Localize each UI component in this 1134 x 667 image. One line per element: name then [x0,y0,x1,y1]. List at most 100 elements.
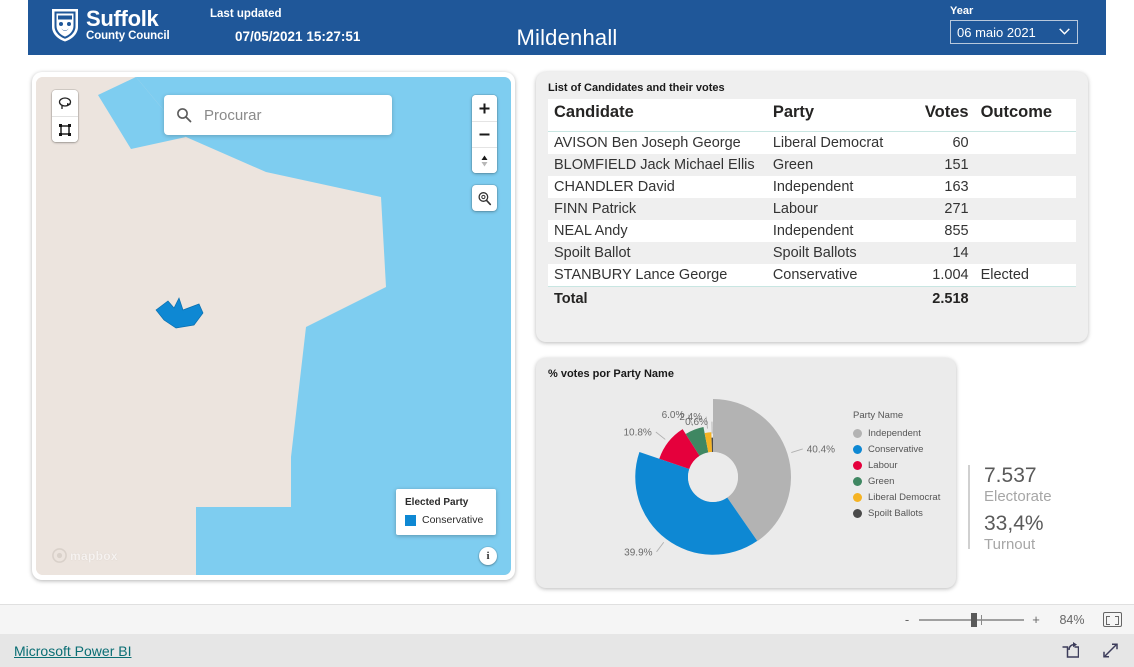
candidates-table-title: List of Candidates and their votes [548,82,725,94]
map-select-tools[interactable] [52,90,78,142]
cell-candidate: Spoilt Ballot [548,242,767,264]
zoom-slider[interactable]: - + [902,612,1041,627]
table-row[interactable]: NEAL Andy Independent 855 [548,220,1076,242]
plus-icon [479,103,490,113]
map-legend: Elected Party Conservative [396,489,496,535]
donut-data-label: 0.6% [685,417,708,428]
zoom-slider-track[interactable] [919,612,1024,627]
turnout-value: 33,4% [984,511,1044,535]
donut-leader-line [656,541,665,553]
powerbi-report: Suffolk County Council Last updated 07/0… [0,0,1134,667]
mapbox-attribution[interactable]: mapbox [52,548,118,563]
map-reset-zoom-button[interactable] [472,185,497,211]
total-outcome-blank [974,286,1076,311]
cell-party: Independent [766,220,903,242]
legend-item-labour[interactable]: Labour [853,460,940,471]
votes-by-party-visual: % votes por Party Name 40.4% 39.9% 10.8% 6.… [536,358,956,588]
candidates-table[interactable]: Candidate Party Votes Outcome AVISON Ben… [548,99,1076,311]
map-pitch-button[interactable] [472,147,497,173]
legend-item-green[interactable]: Green [853,476,940,487]
page-title: Mildenhall [516,25,618,50]
cell-votes: 163 [902,176,975,198]
map-search-box[interactable] [164,95,392,135]
electorate-label: Electorate [984,488,1052,506]
cell-candidate: FINN Patrick [548,198,767,220]
cell-outcome [974,198,1076,220]
cell-votes: 14 [902,242,975,264]
year-filter: Year 06 maio 2021 [950,5,1078,44]
donut-leader-line [791,448,803,453]
map-zoom-in-button[interactable] [472,95,497,121]
report-canvas-content: Elected Party Conservative mapbox i [28,55,1106,604]
powerbi-link[interactable]: Microsoft Power BI [14,643,131,659]
zoom-out-button[interactable]: - [902,612,912,627]
fullscreen-icon[interactable] [1101,641,1120,660]
map-visual[interactable]: Elected Party Conservative mapbox i [32,72,515,580]
map-canvas[interactable]: Elected Party Conservative mapbox i [36,77,511,575]
candidates-table-visual: List of Candidates and their votes Candi… [536,72,1088,342]
legend-item-liberal-democrat[interactable]: Liberal Democrat [853,492,940,503]
cell-candidate: AVISON Ben Joseph George [548,131,767,154]
cell-party: Spoilt Ballots [766,242,903,264]
legend-dot-independent [853,429,862,438]
cell-votes: 855 [902,220,975,242]
mapbox-icon [52,548,67,563]
table-row[interactable]: Spoilt Ballot Spoilt Ballots 14 [548,242,1076,264]
zoom-slider-tick [981,614,982,625]
legend-item-spoilt-ballots[interactable]: Spoilt Ballots [853,508,940,519]
cell-votes: 271 [902,198,975,220]
table-row[interactable]: AVISON Ben Joseph George Liberal Democra… [548,131,1076,154]
map-zoom-out-button[interactable] [472,121,497,147]
legend-dot-labour [853,461,862,470]
map-legend-title: Elected Party [405,497,469,508]
legend-label-labour: Labour [868,460,898,471]
table-row[interactable]: CHANDLER David Independent 163 [548,176,1076,198]
last-updated-label: Last updated [210,8,282,20]
donut-chart-area[interactable]: 40.4% 39.9% 10.8% 6.0% 2.4% 0.6% Party Name I… [548,385,944,575]
donut-data-label: 39.9% [624,547,652,558]
year-filter-label: Year [950,5,974,17]
total-party-blank [766,286,903,311]
legend-label-spoilt-ballots: Spoilt Ballots [868,508,923,519]
box-select-icon[interactable] [52,116,78,142]
search-icon [177,108,192,123]
compass-pitch-icon [481,155,488,166]
fit-to-page-icon[interactable] [1103,612,1122,627]
table-row[interactable]: BLOMFIELD Jack Michael Ellis Green 151 [548,154,1076,176]
year-dropdown[interactable]: 06 maio 2021 [950,20,1078,44]
table-row[interactable]: STANBURY Lance George Conservative 1.004… [548,264,1076,287]
map-search-input[interactable] [202,105,382,125]
map-legend-item: Conservative [405,514,487,526]
column-header-party[interactable]: Party [766,99,903,132]
zoom-percent-label: 84% [1059,612,1085,627]
legend-item-independent[interactable]: Independent [853,428,940,439]
table-row[interactable]: FINN Patrick Labour 271 [548,198,1076,220]
donut-leader-line [655,431,666,440]
column-header-votes[interactable]: Votes [902,99,975,132]
map-info-icon[interactable]: i [479,547,497,565]
map-zoom-controls[interactable] [472,95,497,173]
donut-data-label: 10.8% [623,427,651,438]
cell-party: Green [766,154,903,176]
column-header-outcome[interactable]: Outcome [974,99,1076,132]
donut-data-label: 40.4% [807,444,835,455]
zoom-in-button[interactable]: + [1031,612,1041,627]
share-icon[interactable] [1060,641,1079,660]
donut-hole [688,452,738,502]
cell-votes: 151 [902,154,975,176]
zoom-slider-thumb[interactable] [971,612,977,627]
legend-label-conservative: Conservative [868,444,924,455]
cell-outcome [974,220,1076,242]
total-label: Total [548,286,767,311]
cell-votes: 1.004 [902,264,975,287]
map-legend-item-label: Conservative [422,514,484,526]
cell-outcome: Elected [974,264,1076,287]
chart-legend-title: Party Name [853,410,904,421]
cell-party: Liberal Democrat [766,131,903,154]
legend-dot-conservative [853,445,862,454]
chart-legend[interactable]: Party Name Independent Conservative Labo… [853,410,940,524]
lasso-select-icon[interactable] [52,90,78,116]
column-header-candidate[interactable]: Candidate [548,99,767,132]
donut-chart[interactable]: 40.4%39.9%10.8%6.0%2.4%0.6% [548,385,848,570]
legend-item-conservative[interactable]: Conservative [853,444,940,455]
